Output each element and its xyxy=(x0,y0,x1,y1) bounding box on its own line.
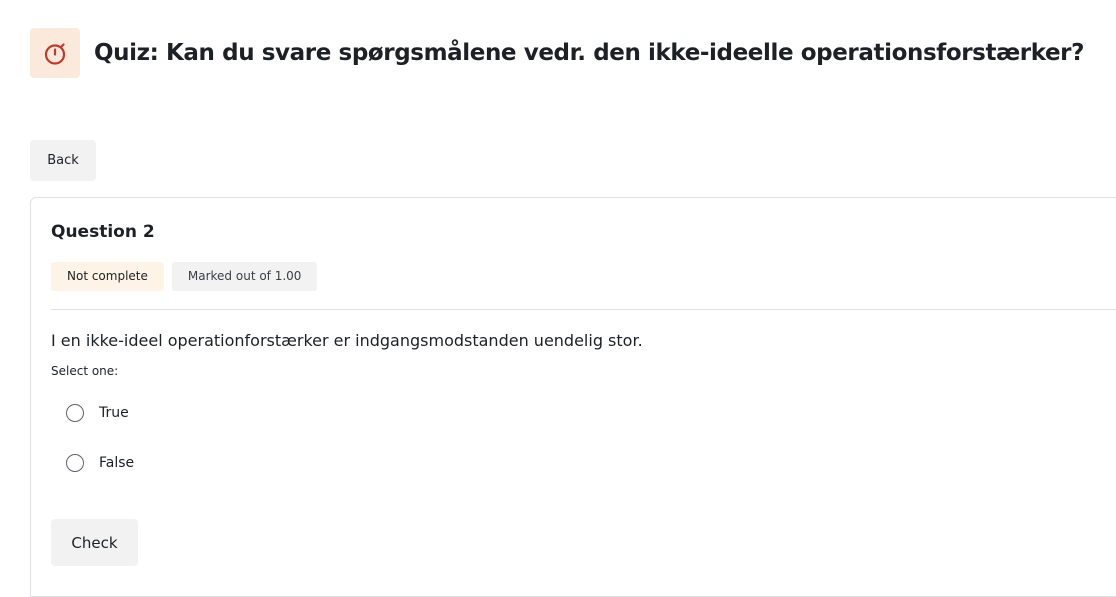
back-button[interactable]: Back xyxy=(30,140,96,181)
page-header: Quiz: Kan du svare spørgsmålene vedr. de… xyxy=(30,28,1084,78)
select-one-prompt: Select one: xyxy=(51,364,119,378)
check-button[interactable]: Check xyxy=(51,519,138,566)
radio-button-false[interactable] xyxy=(66,454,84,472)
question-text: I en ikke-ideel operationforstærker er i… xyxy=(51,331,643,350)
quiz-icon-container xyxy=(30,28,80,78)
question-number: Question 2 xyxy=(51,222,155,242)
status-badge: Not complete xyxy=(51,262,164,291)
grade-badge: Marked out of 1.00 xyxy=(171,262,318,291)
radio-button-true[interactable] xyxy=(66,404,84,422)
answer-label-false: False xyxy=(99,455,135,471)
question-card: Question 2 Not complete Marked out of 1.… xyxy=(30,197,1116,597)
divider xyxy=(51,309,1116,310)
stopwatch-icon xyxy=(44,43,66,65)
answer-label-true: True xyxy=(99,405,129,421)
answer-option-false[interactable]: False xyxy=(66,454,134,472)
question-info-badges: Not complete Marked out of 1.00 xyxy=(51,262,325,291)
answer-option-true[interactable]: True xyxy=(66,404,129,422)
page-title: Quiz: Kan du svare spørgsmålene vedr. de… xyxy=(94,40,1085,66)
